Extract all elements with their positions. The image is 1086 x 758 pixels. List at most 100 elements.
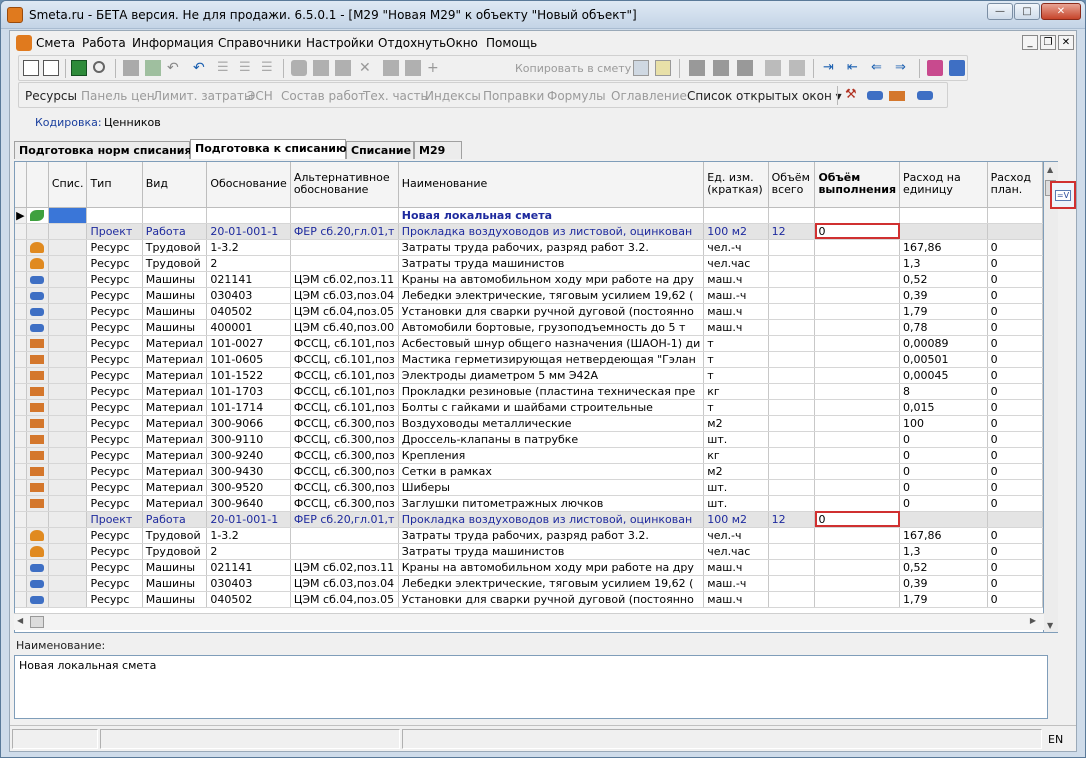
cell-ed-izm[interactable]: чел.-ч bbox=[703, 527, 769, 544]
cell-rashod-plan[interactable]: 0 bbox=[987, 319, 1043, 336]
cell-obosnovanie[interactable]: 101-0027 bbox=[206, 335, 291, 352]
cell-obosnovanie[interactable]: 20-01-001-1 bbox=[206, 511, 291, 528]
cell-naimenovanie[interactable]: Установки для сварки ручной дуговой (пос… bbox=[398, 303, 705, 320]
cell-rashod-na-edinitsu[interactable]: 1,79 bbox=[899, 591, 988, 608]
cell-obosnovanie[interactable]: 040502 bbox=[206, 591, 291, 608]
cell-spis[interactable] bbox=[48, 527, 88, 544]
cell-alt-obosnovanie[interactable]: ФССЦ, сб.300,поз bbox=[290, 463, 399, 480]
arrow-left-icon[interactable]: ⇐ bbox=[871, 60, 887, 76]
table-row-project[interactable]: Проект Работа 20-01-001-1 ФЕР сб.20,гл.01,т… bbox=[15, 223, 1043, 240]
cell[interactable] bbox=[86, 207, 143, 224]
cell-rashod-plan[interactable]: 0 bbox=[987, 575, 1043, 592]
book-pink-icon[interactable] bbox=[927, 60, 943, 76]
tree-expand-icon[interactable] bbox=[765, 60, 781, 76]
header-obosnovanie[interactable]: Обоснование bbox=[206, 162, 291, 208]
cell-vid[interactable]: Машины bbox=[142, 303, 208, 320]
save-icon[interactable] bbox=[123, 60, 139, 76]
table-row-resource[interactable]: Ресурс Материал 300-9520 ФССЦ, сб.300,поз Ши… bbox=[15, 479, 1043, 496]
cell-obosnovanie[interactable]: 101-1714 bbox=[206, 399, 291, 416]
cell-vid[interactable]: Материал bbox=[142, 383, 208, 400]
cell-tip[interactable]: Ресурс bbox=[86, 591, 143, 608]
cell-vid[interactable]: Материал bbox=[142, 447, 208, 464]
cell-rashod-plan[interactable]: 0 bbox=[987, 495, 1043, 512]
cell-obosnovanie[interactable]: 030403 bbox=[206, 575, 291, 592]
table-row-resource[interactable]: Ресурс Материал 300-9430 ФССЦ, сб.300,поз Се… bbox=[15, 463, 1043, 480]
cell-ed-izm[interactable]: кг bbox=[703, 383, 769, 400]
cell-rashod-na-edinitsu[interactable]: 167,86 bbox=[899, 527, 988, 544]
cell-naimenovanie[interactable]: Лебедки электрические, тяговым усилием 1… bbox=[398, 287, 705, 304]
cell-obem-vsego[interactable] bbox=[768, 335, 816, 352]
tree-collapse-icon[interactable] bbox=[789, 60, 805, 76]
cell-spis[interactable] bbox=[48, 351, 88, 368]
copy-icon[interactable] bbox=[633, 60, 649, 76]
cell-vid[interactable]: Материал bbox=[142, 335, 208, 352]
cell-rashod-plan[interactable]: 0 bbox=[987, 383, 1043, 400]
cell-obem-vypolneniya[interactable] bbox=[814, 271, 900, 288]
cell-rashod-na-edinitsu[interactable] bbox=[899, 223, 988, 240]
header-vid[interactable]: Вид bbox=[142, 162, 208, 208]
cell-tip[interactable]: Ресурс bbox=[86, 527, 143, 544]
cell-ed-izm[interactable]: маш.-ч bbox=[703, 575, 769, 592]
cell-obem-vypolneniya[interactable] bbox=[814, 399, 900, 416]
move-up-icon[interactable] bbox=[405, 60, 421, 76]
cell-spis[interactable] bbox=[48, 383, 88, 400]
cell-obosnovanie[interactable]: 300-9520 bbox=[206, 479, 291, 496]
table-row-resource[interactable]: Ресурс Машины 021141 ЦЭМ сб.02,поз.11 Краны … bbox=[15, 559, 1043, 576]
cell-vid[interactable]: Трудовой bbox=[142, 239, 208, 256]
block3-icon[interactable] bbox=[737, 60, 753, 76]
cell-obem-vsego[interactable] bbox=[768, 543, 816, 560]
cell-rashod-na-edinitsu[interactable]: 0,52 bbox=[899, 271, 988, 288]
cell-obem-vypolneniya[interactable] bbox=[814, 383, 900, 400]
cell-obem-vypolneniya[interactable] bbox=[814, 287, 900, 304]
cell-spis[interactable] bbox=[48, 319, 88, 336]
cell-naimenovanie[interactable]: Лебедки электрические, тяговым усилием 1… bbox=[398, 575, 705, 592]
maximize-button[interactable]: □ bbox=[1014, 3, 1040, 20]
cell-alt-obosnovanie[interactable]: ФССЦ, сб.300,поз bbox=[290, 479, 399, 496]
cell-ed-izm[interactable]: т bbox=[703, 335, 769, 352]
print-icon[interactable] bbox=[313, 60, 329, 76]
cell[interactable] bbox=[290, 207, 399, 224]
cell-tip[interactable]: Ресурс bbox=[86, 447, 143, 464]
cell-obem-vypolneniya[interactable] bbox=[814, 415, 900, 432]
cell-vid[interactable]: Машины bbox=[142, 591, 208, 608]
cell-ed-izm[interactable]: т bbox=[703, 351, 769, 368]
list-icon[interactable]: ☰ bbox=[217, 60, 233, 76]
cell-naimenovanie[interactable]: Автомобили бортовые, грузоподъемность до… bbox=[398, 319, 705, 336]
edit-icon[interactable] bbox=[335, 60, 351, 76]
cell-vid[interactable]: Трудовой bbox=[142, 543, 208, 560]
arrow-right-icon[interactable]: ⇒ bbox=[895, 60, 911, 76]
cell-obem-vsego[interactable] bbox=[768, 255, 816, 272]
cell-rashod-na-edinitsu[interactable]: 0,015 bbox=[899, 399, 988, 416]
cell-rashod-na-edinitsu[interactable]: 8 bbox=[899, 383, 988, 400]
machine2-icon[interactable] bbox=[917, 91, 933, 100]
cell-obosnovanie[interactable]: 1-3.2 bbox=[206, 239, 291, 256]
cell-obem-vsego[interactable] bbox=[768, 479, 816, 496]
tab-spisanie[interactable]: Списание bbox=[346, 141, 414, 159]
cell-rashod-plan[interactable]: 0 bbox=[987, 287, 1043, 304]
mdi-restore-button[interactable]: ❐ bbox=[1040, 35, 1056, 50]
cell-obem-vypolneniya[interactable]: 0 bbox=[814, 223, 900, 240]
tab-podgotovka-k-spisaniyu[interactable]: Подготовка к списанию bbox=[190, 139, 347, 159]
tree-red-icon[interactable] bbox=[43, 60, 59, 76]
language-indicator[interactable]: EN bbox=[1048, 733, 1063, 746]
cell-obem-vsego[interactable] bbox=[768, 575, 816, 592]
cell[interactable] bbox=[768, 207, 816, 224]
cell-rashod-na-edinitsu[interactable]: 1,3 bbox=[899, 255, 988, 272]
cell-alt-obosnovanie[interactable]: ЦЭМ сб.02,поз.11 bbox=[290, 271, 399, 288]
cell-obem-vypolneniya[interactable] bbox=[814, 255, 900, 272]
cell-rashod-plan[interactable]: 0 bbox=[987, 527, 1043, 544]
table-row-resource[interactable]: Ресурс Трудовой 1-3.2 Затраты труда рабочих… bbox=[15, 527, 1043, 544]
cell-rashod-na-edinitsu[interactable]: 0,00089 bbox=[899, 335, 988, 352]
cell-rashod-na-edinitsu[interactable]: 0,78 bbox=[899, 319, 988, 336]
cell-spis[interactable] bbox=[48, 271, 88, 288]
cell-rashod-plan[interactable]: 0 bbox=[987, 239, 1043, 256]
cell-obem-vsego[interactable]: 12 bbox=[768, 223, 816, 240]
cell-spis[interactable] bbox=[48, 399, 88, 416]
cell[interactable] bbox=[142, 207, 208, 224]
open-windows-dropdown[interactable]: Список открытых окон ▾ bbox=[687, 89, 842, 103]
cell-obem-vypolneniya[interactable] bbox=[814, 431, 900, 448]
cell-obem-vsego[interactable] bbox=[768, 367, 816, 384]
menu-pomoshch[interactable]: Помощь bbox=[486, 36, 537, 50]
cell-rashod-na-edinitsu[interactable]: 0 bbox=[899, 431, 988, 448]
cell-ed-izm[interactable]: 100 м2 bbox=[703, 223, 769, 240]
